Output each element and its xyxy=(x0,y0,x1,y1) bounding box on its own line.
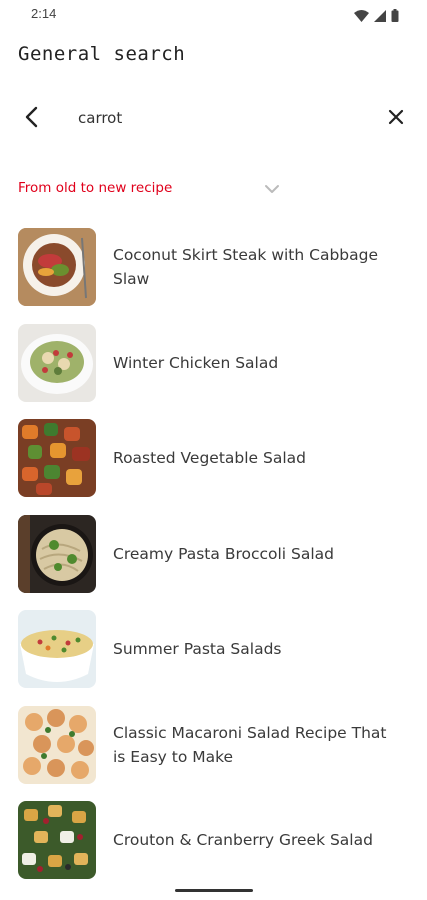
clear-search-button[interactable] xyxy=(379,102,413,136)
home-indicator[interactable] xyxy=(175,889,253,892)
status-bar: 2:14 xyxy=(0,0,427,30)
result-title: Summer Pasta Salads xyxy=(113,640,282,658)
wifi-icon xyxy=(354,7,369,26)
status-time: 2:14 xyxy=(31,6,57,21)
battery-icon xyxy=(391,7,399,26)
result-item[interactable]: Creamy Pasta Broccoli Salad xyxy=(0,514,427,611)
result-list: Coconut Skirt Steak with Cabbage Slaw Wi… xyxy=(0,228,427,897)
roasted-vegetables-image xyxy=(18,419,96,497)
result-item[interactable]: Winter Chicken Salad xyxy=(0,323,427,420)
result-item[interactable]: Summer Pasta Salads xyxy=(0,610,427,706)
result-item[interactable]: Roasted Vegetable Salad xyxy=(0,419,427,515)
chevron-down-icon xyxy=(264,179,280,198)
page-title: General search xyxy=(18,43,186,65)
macaroni-salad-image xyxy=(18,705,96,784)
pasta-broccoli-bowl-image xyxy=(18,514,96,593)
close-icon xyxy=(388,109,404,129)
chicken-salad-plate-image xyxy=(18,323,96,402)
result-item[interactable]: Classic Macaroni Salad Recipe That is Ea… xyxy=(0,705,427,802)
result-title: Coconut Skirt Steak with Cabbage Slaw xyxy=(113,246,378,288)
crouton-greek-salad-image xyxy=(18,801,96,879)
result-title: Roasted Vegetable Salad xyxy=(113,449,306,467)
result-title: Crouton & Cranberry Greek Salad xyxy=(113,831,373,849)
back-button[interactable] xyxy=(14,102,48,136)
result-title: Classic Macaroni Salad Recipe That is Ea… xyxy=(113,723,387,766)
result-title: Winter Chicken Salad xyxy=(113,353,279,372)
status-icons xyxy=(354,7,399,26)
result-title: Creamy Pasta Broccoli Salad xyxy=(113,544,335,563)
pasta-salad-bowl-image xyxy=(18,610,96,688)
cellular-signal-icon xyxy=(374,7,386,26)
skirt-steak-plate-image xyxy=(18,228,96,306)
result-item[interactable]: Crouton & Cranberry Greek Salad xyxy=(0,801,427,897)
result-item[interactable]: Coconut Skirt Steak with Cabbage Slaw xyxy=(0,228,427,324)
sort-selected-label: From old to new recipe xyxy=(18,180,173,196)
sort-dropdown[interactable]: From old to new recipe xyxy=(18,176,288,200)
back-arrow-icon xyxy=(23,106,39,132)
search-input[interactable] xyxy=(78,105,368,131)
search-bar xyxy=(0,96,427,140)
